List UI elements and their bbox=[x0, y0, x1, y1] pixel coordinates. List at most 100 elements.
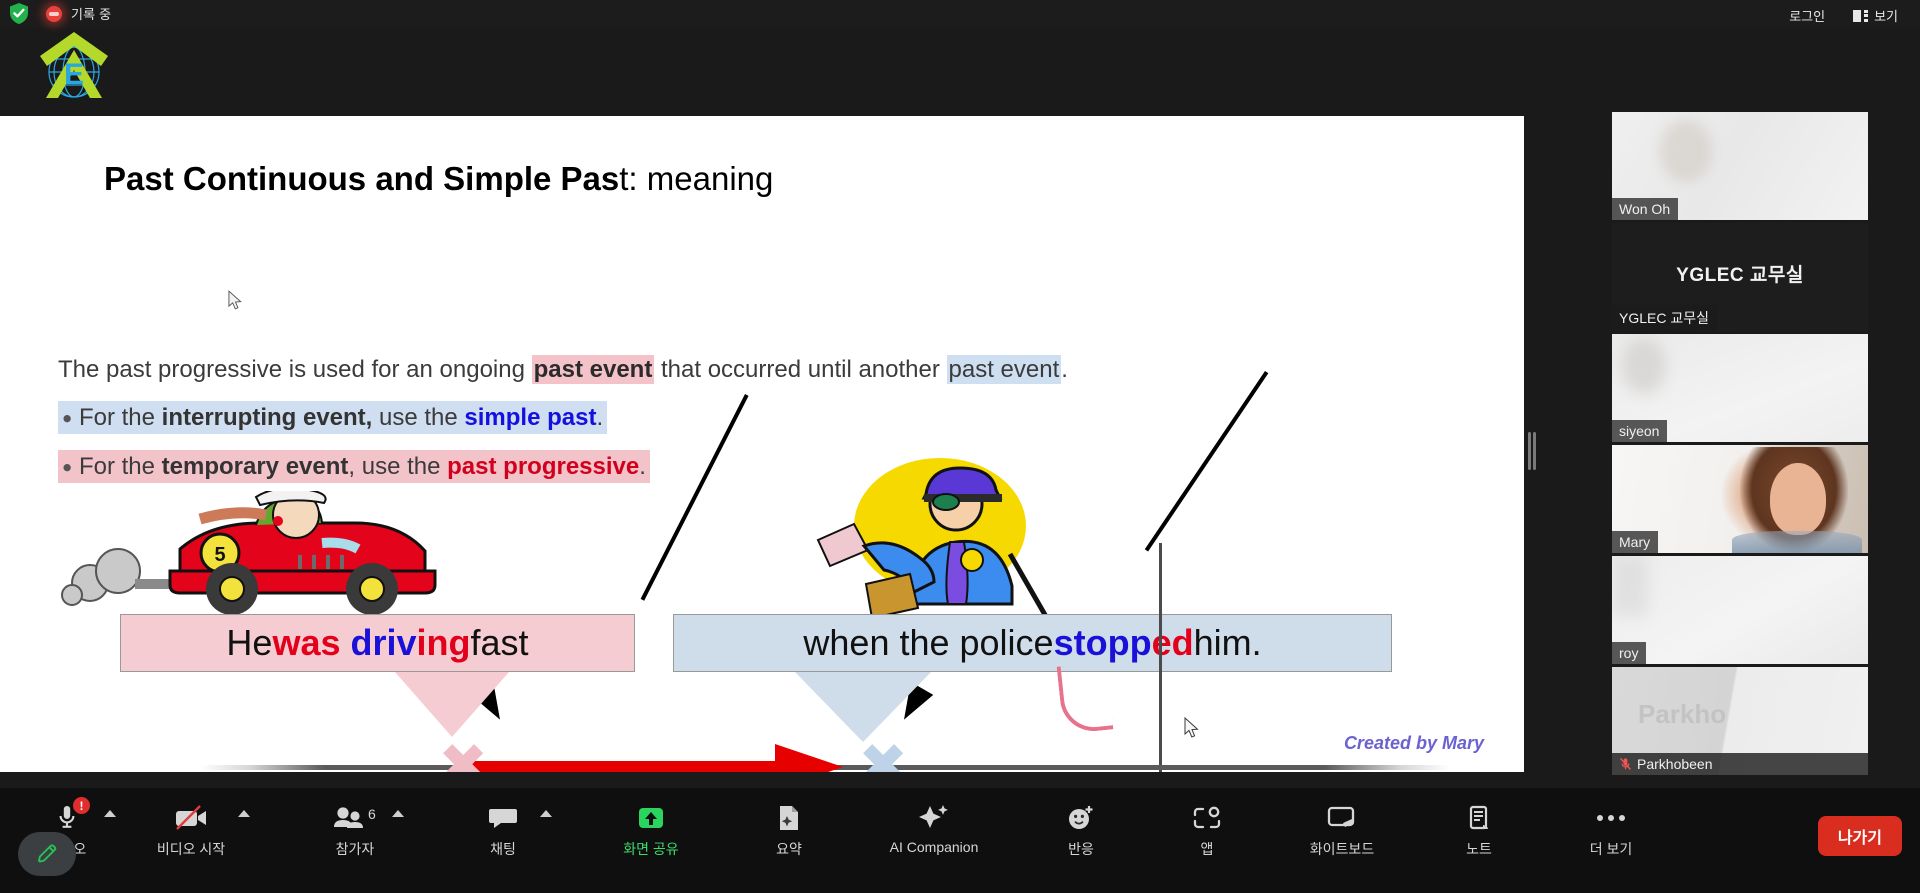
chat-options-caret[interactable] bbox=[540, 810, 552, 817]
toolbar-chat-button[interactable]: 채팅 bbox=[460, 800, 552, 859]
toolbar-video-button[interactable]: 비디오 시작 bbox=[148, 800, 250, 859]
toolbar-items: ! 오디오 비디오 시작 6 참가자 bbox=[0, 797, 1730, 880]
line3-bullet: ● bbox=[62, 457, 73, 477]
recording-indicator[interactable]: 기록 중 bbox=[38, 4, 111, 23]
toolbar-chat-label: 채팅 bbox=[490, 841, 516, 857]
recording-label: 기록 중 bbox=[71, 7, 112, 22]
yglec-logo: E bbox=[32, 28, 116, 100]
participant-name: roy bbox=[1619, 645, 1639, 661]
annotate-toggle-button[interactable] bbox=[18, 832, 76, 876]
top-bar: 기록 중 로그인 보기 bbox=[0, 0, 1920, 28]
participant-video-strip: Won Oh YGLEC 교무실 YGLEC 교무실 siyeon Mary r… bbox=[1612, 112, 1868, 775]
sparkle-icon bbox=[917, 800, 951, 836]
participant-watermark: Parkho bbox=[1638, 699, 1727, 729]
sentence-box-simple-past: when the police stopp ed him. bbox=[673, 614, 1392, 672]
toolbar-apps-button[interactable]: 앱 bbox=[1164, 800, 1250, 859]
pencil-icon bbox=[38, 844, 57, 863]
shared-screen-content[interactable]: Past Continuous and Simple Past: meaning… bbox=[0, 116, 1524, 876]
audio-alert-badge: ! bbox=[73, 797, 90, 814]
participants-icon: 6 bbox=[332, 800, 378, 836]
chat-icon bbox=[488, 800, 518, 836]
toolbar-notes-button[interactable]: 노트 bbox=[1436, 800, 1522, 859]
layout-grid-icon bbox=[1853, 9, 1869, 22]
toolbar-whiteboard-label: 화이트보드 bbox=[1309, 841, 1375, 857]
toolbar-reactions-button[interactable]: 반응 bbox=[1038, 800, 1124, 859]
toolbar-video-label: 비디오 시작 bbox=[156, 841, 226, 857]
line3-accent: past progressive bbox=[447, 453, 640, 480]
record-dot-icon bbox=[46, 5, 62, 22]
shield-check-icon bbox=[8, 2, 30, 25]
mouse-cursor-secondary bbox=[228, 290, 242, 310]
toolbar-participants-label: 참가자 bbox=[335, 841, 375, 857]
slide-line-2: ● For the interrupting event, use the si… bbox=[58, 401, 608, 434]
participant-tile-siyeon[interactable]: siyeon bbox=[1612, 334, 1868, 442]
toolbar-ai-companion-button[interactable]: AI Companion bbox=[874, 800, 994, 855]
participant-display-name: YGLEC 교무실 bbox=[1676, 264, 1804, 286]
login-button[interactable]: 로그인 bbox=[1777, 2, 1837, 29]
line3-pre: For the bbox=[72, 453, 162, 480]
toolbar-participants-button[interactable]: 6 참가자 bbox=[312, 800, 404, 859]
line2-mid: use the bbox=[372, 404, 465, 431]
toolbar-share-screen-button[interactable]: 화면 공유 bbox=[608, 800, 694, 859]
police-officer-illustration bbox=[800, 454, 1051, 629]
meeting-toolbar: ! 오디오 비디오 시작 6 참가자 bbox=[0, 788, 1920, 893]
line2-pre: For the bbox=[72, 404, 162, 431]
line3-mid: , use the bbox=[348, 453, 448, 480]
race-car-illustration: 5 bbox=[60, 487, 440, 621]
slide-credit: Created by Mary bbox=[1343, 733, 1484, 753]
line1-end: . bbox=[1061, 356, 1068, 383]
participant-name: siyeon bbox=[1619, 423, 1660, 439]
slide-title-rest: t: meaning bbox=[619, 160, 774, 197]
sentence-left-part2: fast bbox=[470, 622, 529, 663]
top-bar-right: 로그인 보기 bbox=[1777, 2, 1910, 29]
participant-tile-parkhobeen[interactable]: Parkho Parkhobeen bbox=[1612, 667, 1868, 775]
duration-arrow-body bbox=[470, 761, 780, 772]
pointer-line-right bbox=[1144, 371, 1269, 552]
participant-tile-yglec[interactable]: YGLEC 교무실 YGLEC 교무실 bbox=[1612, 223, 1868, 331]
line1-highlight-pink: past event bbox=[531, 355, 655, 384]
mic-muted-icon bbox=[1619, 757, 1632, 771]
participant-name-chip: Parkhobeen bbox=[1612, 753, 1868, 775]
participant-name-chip: roy bbox=[1612, 642, 1647, 664]
duration-arrow-head bbox=[775, 744, 843, 772]
toolbar-summary-button[interactable]: 요약 bbox=[746, 800, 832, 859]
participant-tile-roy[interactable]: roy bbox=[1612, 556, 1868, 664]
slide-line-1: The past progressive is used for an ongo… bbox=[58, 355, 1068, 384]
participant-name: Parkhobeen bbox=[1637, 756, 1713, 772]
slide-title: Past Continuous and Simple Past: meaning bbox=[104, 160, 773, 198]
line1-mid: that occurred until another bbox=[654, 356, 947, 383]
whiteboard-icon bbox=[1326, 800, 1358, 836]
toolbar-share-screen-label: 화면 공유 bbox=[623, 841, 679, 857]
svg-text:6: 6 bbox=[368, 806, 376, 822]
participant-tile-mary[interactable]: Mary bbox=[1612, 445, 1868, 553]
callout-triangle-pink bbox=[395, 672, 509, 737]
present-vertical-line bbox=[1159, 543, 1162, 772]
leave-meeting-button[interactable]: 나가기 bbox=[1817, 816, 1902, 856]
line2-bullet: ● bbox=[62, 408, 73, 428]
sentence-right-part1: when the police bbox=[803, 622, 1054, 663]
pointer-line-left bbox=[640, 394, 749, 601]
sentence-box-past-continuous: He was driv ing fast bbox=[120, 614, 635, 672]
participant-name-chip: YGLEC 교무실 bbox=[1612, 305, 1717, 331]
sentence-right-stopp: stopp bbox=[1053, 622, 1152, 663]
participant-tile-won-oh[interactable]: Won Oh bbox=[1612, 112, 1868, 220]
view-button[interactable]: 보기 bbox=[1841, 2, 1910, 29]
slide-line-3: ● For the temporary event, use the past … bbox=[58, 450, 650, 483]
toolbar-apps-label: 앱 bbox=[1200, 841, 1214, 857]
toolbar-more-button[interactable]: 더 보기 bbox=[1568, 800, 1654, 859]
participants-options-caret[interactable] bbox=[392, 810, 404, 817]
toolbar-summary-label: 요약 bbox=[776, 841, 802, 857]
apps-icon bbox=[1192, 800, 1222, 836]
video-options-caret[interactable] bbox=[238, 810, 250, 817]
notes-icon bbox=[1466, 800, 1492, 836]
toolbar-more-label: 더 보기 bbox=[1589, 841, 1633, 857]
sentence-right-ed: ed bbox=[1151, 622, 1194, 663]
panel-drag-handle[interactable] bbox=[1528, 432, 1537, 470]
mouse-cursor bbox=[1184, 717, 1199, 738]
share-screen-icon bbox=[634, 800, 668, 836]
toolbar-whiteboard-button[interactable]: 화이트보드 bbox=[1292, 800, 1392, 859]
audio-options-caret[interactable] bbox=[104, 810, 116, 817]
video-feed bbox=[1612, 556, 1868, 664]
view-label: 보기 bbox=[1874, 9, 1898, 24]
line1-pre: The past progressive is used for an ongo… bbox=[58, 356, 532, 383]
